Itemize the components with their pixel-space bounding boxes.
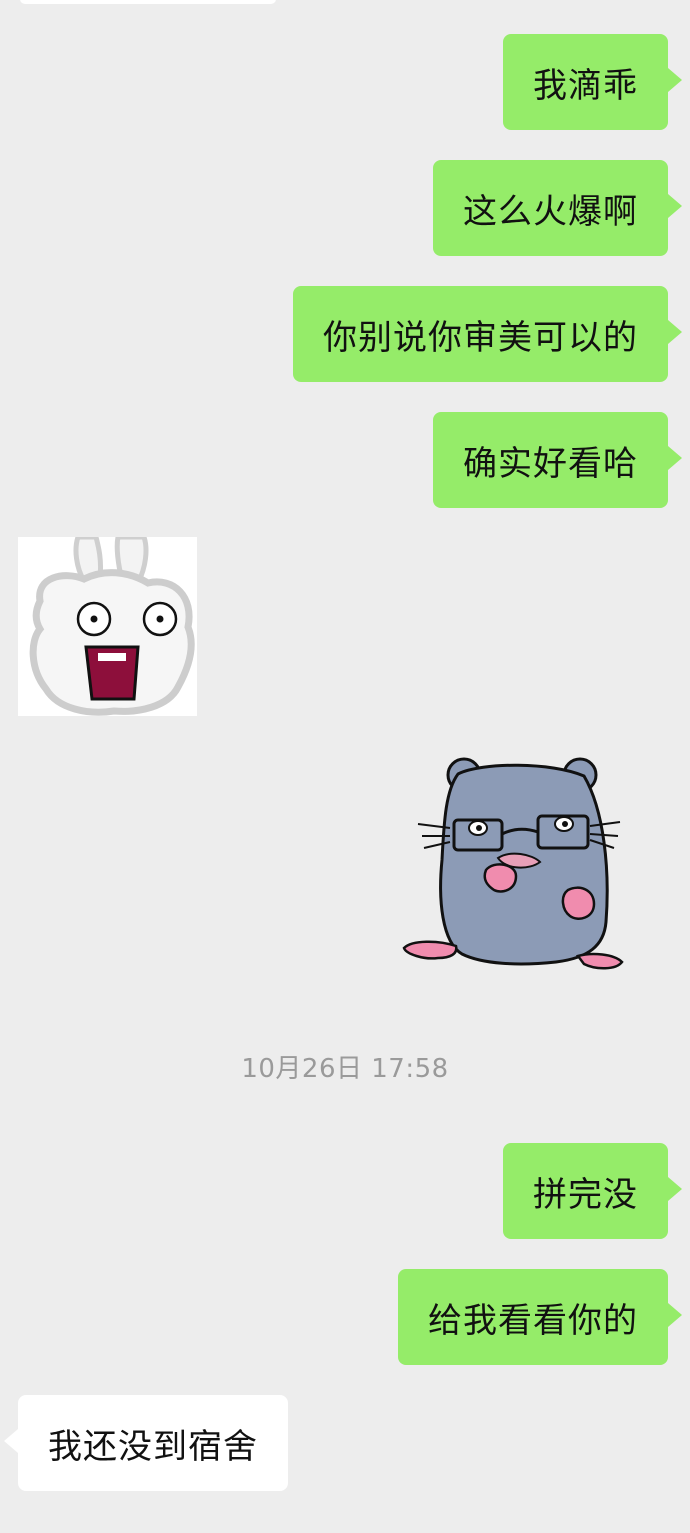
- hamster-with-glasses-sticker-icon: [402, 757, 624, 970]
- message-text: 拼完没: [533, 1174, 638, 1215]
- outgoing-message[interactable]: 你别说你审美可以的: [293, 286, 682, 382]
- message-text: 给我看看你的: [428, 1300, 638, 1341]
- message-text: 这么火爆啊: [463, 191, 638, 232]
- partial-incoming-bubble: [20, 0, 276, 4]
- outgoing-message[interactable]: 确实好看哈: [433, 412, 682, 508]
- shocked-bunny-sticker-icon: [18, 534, 197, 716]
- message-text: 确实好看哈: [463, 443, 638, 484]
- message-timestamp: 10月26日 17:58: [241, 1054, 449, 1084]
- hamster-with-glasses-sticker-icon[interactable]: [398, 750, 630, 982]
- incoming-message[interactable]: 我还没到宿舍: [4, 1395, 288, 1491]
- shocked-bunny-sticker-icon[interactable]: [18, 534, 197, 716]
- chat-message-list[interactable]: 我滴乖 这么火爆啊 你别说你审美可以的 确实好看哈 10月26日 17:58 拼…: [0, 0, 690, 1533]
- message-text: 你别说你审美可以的: [323, 317, 638, 358]
- message-text: 我滴乖: [533, 65, 638, 106]
- outgoing-message[interactable]: 我滴乖: [503, 34, 682, 130]
- outgoing-message[interactable]: 这么火爆啊: [433, 160, 682, 256]
- outgoing-message[interactable]: 给我看看你的: [398, 1269, 682, 1365]
- message-text: 我还没到宿舍: [48, 1426, 258, 1467]
- outgoing-message[interactable]: 拼完没: [503, 1143, 682, 1239]
